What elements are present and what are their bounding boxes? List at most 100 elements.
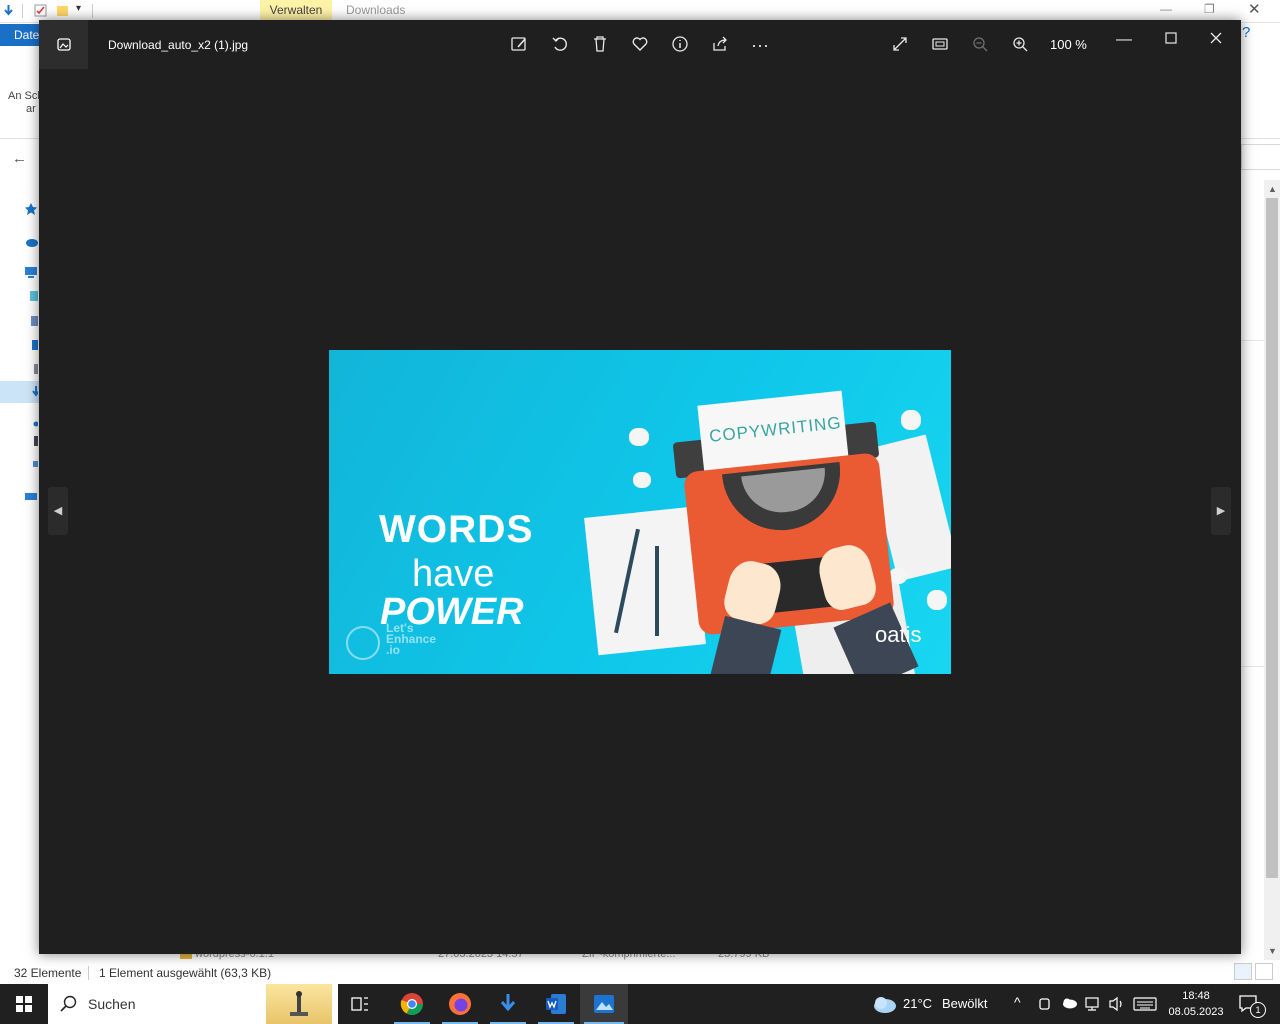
documents-folder-icon[interactable] [24,339,38,351]
customize-quick-access-icon[interactable]: ▾ [76,3,81,14]
notification-center-button[interactable]: 1 [1238,994,1266,1019]
viewer-maximize-button[interactable] [1160,30,1182,50]
delete-icon[interactable] [589,35,611,55]
scroll-down-icon[interactable]: ▼ [1268,946,1277,956]
explorer-close-button[interactable]: ✕ [1248,0,1261,18]
large-icons-view-button[interactable] [1255,963,1273,980]
taskbar-word[interactable] [532,984,580,1024]
crumpled-paper [889,568,907,584]
status-item-count: 32 Elemente [14,966,82,980]
meet-now-icon[interactable] [1038,996,1052,1012]
favorite-icon[interactable] [629,35,651,55]
clock-time: 18:48 [1182,990,1210,1002]
crumpled-paper [901,410,921,430]
help-icon[interactable]: ? [1242,24,1250,41]
watermark-line3: .io [386,643,400,657]
brand-logo: oatis [875,622,922,647]
share-icon[interactable] [709,35,731,55]
viewer-close-button[interactable] [1205,30,1227,50]
quick-access-star-icon[interactable] [24,203,38,215]
download-arrow-icon [500,994,516,1012]
fullscreen-icon[interactable] [889,35,911,55]
crumpled-paper [927,590,947,610]
info-icon[interactable] [669,35,691,55]
viewer-filename: Download_auto_x2 (1).jpg [108,38,249,52]
tab-file[interactable]: Datei [0,24,42,46]
watermark-logo [346,626,380,660]
network-icon[interactable] [24,490,38,502]
details-view-button[interactable] [1234,963,1252,980]
watermark-text: Let's Enhance .io [386,622,436,657]
crumpled-paper [629,428,649,446]
pictures-folder-icon[interactable] [24,363,38,375]
zoom-level[interactable]: 100 % [1050,37,1087,52]
start-button[interactable] [0,984,48,1024]
show-hidden-icons-chevron-icon[interactable]: ^ [1014,994,1021,1010]
3d-objects-icon[interactable] [24,290,38,302]
fit-icon[interactable] [929,35,951,55]
crumpled-paper [633,472,651,488]
headline-words: WORDS [379,508,534,551]
rotate-icon[interactable] [549,35,571,55]
explorer-maximize-button[interactable]: ❐ [1204,2,1215,16]
viewer-minimize-button[interactable]: — [1113,30,1135,50]
explorer-window-title: Downloads [346,3,406,17]
photo-icon [57,38,71,51]
explorer-scrollbar-thumb[interactable] [1266,198,1278,878]
word-icon [546,994,566,1014]
paper-sheet [584,506,706,656]
this-pc-icon[interactable] [24,266,38,278]
notification-badge: 1 [1250,1002,1266,1018]
pencil [655,546,659,636]
photos-app-button[interactable] [39,20,88,69]
weather-temperature[interactable]: 21°C [903,996,932,1011]
taskbar-chrome[interactable] [388,984,436,1024]
task-view-icon [351,997,368,1011]
pin-label-line2: ar [26,103,36,115]
tab-manage[interactable]: Verwalten [260,0,332,20]
new-folder-icon[interactable] [56,4,69,17]
taskbar: Suchen 21°C Bewölkt ^ 18:48 08.05.2023 1 [0,984,1280,1024]
headline-have: have [412,553,495,595]
onedrive-tray-icon[interactable] [1060,997,1078,1009]
zoom-in-icon[interactable] [1009,35,1031,55]
taskbar-firefox[interactable] [436,984,484,1024]
status-selection: 1 Element ausgewählt (63,3 KB) [99,966,272,980]
network-icon[interactable] [1084,996,1102,1012]
keyboard-icon[interactable] [1133,996,1157,1012]
next-image-button[interactable]: ▶ [1211,487,1231,535]
search-placeholder: Suchen [88,996,136,1012]
search-box[interactable] [1241,144,1280,170]
desktop-folder-icon[interactable] [24,315,38,327]
previous-image-button[interactable]: ◀ [48,487,68,535]
downloads-folder-icon[interactable] [24,386,38,398]
taskbar-downloads[interactable] [484,984,532,1024]
zoom-out-icon[interactable] [969,35,991,55]
task-view-button[interactable] [336,984,384,1024]
search-highlight-image [266,984,332,1024]
taskbar-photos[interactable] [580,984,628,1024]
photos-viewer-window: Download_auto_x2 (1).jpg ··· 100 % — ◀ ▶ [39,20,1241,954]
back-arrow-icon[interactable]: ← [12,150,27,167]
clock-date: 08.05.2023 [1168,1006,1224,1018]
volume-icon[interactable] [1108,996,1126,1012]
search-icon [60,995,77,1012]
edit-image-icon[interactable] [508,35,530,55]
onedrive-icon[interactable] [24,236,38,248]
videos-folder-icon[interactable] [24,435,38,447]
chrome-icon [400,993,423,1015]
displayed-image: COPYWRITING WORDS have POWER Let's Enhan… [329,350,951,674]
scroll-up-icon[interactable]: ▲ [1268,184,1277,194]
windows-logo-icon [16,996,32,1012]
weather-cloud-icon[interactable] [870,993,898,1015]
photos-icon [594,995,614,1013]
drive-icon[interactable] [24,458,38,470]
weather-condition[interactable]: Bewölkt [942,996,988,1011]
clock[interactable]: 18:48 08.05.2023 [1166,988,1226,1020]
music-folder-icon[interactable] [24,415,38,427]
download-arrow-icon [4,5,13,16]
properties-icon[interactable] [34,4,47,17]
more-icon[interactable]: ··· [749,35,771,55]
explorer-minimize-button[interactable]: — [1160,2,1172,16]
firefox-icon [449,993,471,1015]
